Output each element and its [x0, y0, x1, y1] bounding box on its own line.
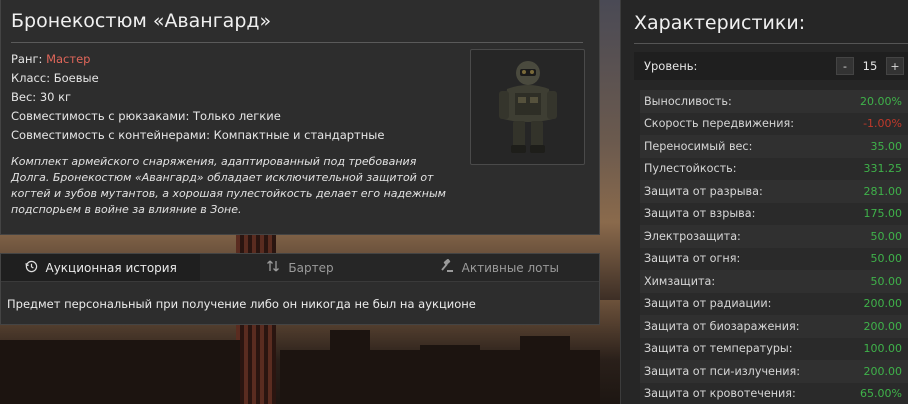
stat-value: 100.00 — [863, 342, 903, 356]
stat-name: Защита от пси-излучения: — [644, 364, 801, 378]
stat-value: 331.25 — [863, 162, 903, 176]
level-label: Уровень: — [644, 59, 698, 73]
stat-value: 200.00 — [863, 364, 903, 378]
stat-value: 35.00 — [870, 139, 903, 153]
gavel-icon — [440, 258, 454, 276]
rank-label: Ранг: — [11, 52, 43, 66]
stat-row: Скорость передвижения: -1.00% — [640, 112, 908, 135]
stat-name: Электрозащита: — [644, 229, 741, 243]
stat-name: Защита от кровотечения: — [644, 387, 796, 401]
stat-value: 200.00 — [863, 297, 903, 311]
tab-active-lots[interactable]: Активные лоты — [400, 254, 599, 281]
stat-value: 65.00% — [860, 387, 902, 401]
class-line: Класс: Боевые — [11, 71, 99, 85]
tab-auction-history[interactable]: Аукционная история — [1, 254, 201, 281]
stat-row: Защита от радиации: 200.00 — [640, 292, 908, 315]
stat-value: 50.00 — [870, 252, 903, 266]
tab-barter[interactable]: Бартер — [200, 254, 399, 281]
stat-row: Защита от пси-излучения: 200.00 — [640, 360, 908, 383]
level-increment-button[interactable]: + — [886, 57, 904, 75]
level-decrement-button[interactable]: - — [836, 57, 854, 75]
stat-name: Защита от радиации: — [644, 297, 772, 311]
item-properties: Ранг: Мастер Класс: Боевые Вес: 30 кг Со… — [11, 50, 384, 145]
tab-label: Активные лоты — [461, 260, 559, 275]
stat-value: 175.00 — [863, 207, 903, 221]
stat-list: Выносливость: 20.00% Скорость передвижения… — [640, 90, 908, 404]
item-image — [470, 49, 585, 165]
stat-name: Переносимый вес: — [644, 139, 753, 153]
weight-line: Вес: 30 кг — [11, 90, 72, 104]
container-compat-line: Совместимость с контейнерами: Компактные… — [11, 128, 385, 142]
stat-row: Химзащита: 50.00 — [640, 270, 908, 293]
stats-panel: Характеристики: Уровень: - 15 + Вынослив… — [620, 0, 908, 404]
stat-value: 20.00% — [860, 94, 902, 108]
stat-row: Выносливость: 20.00% — [640, 90, 908, 113]
swap-icon — [266, 259, 280, 276]
stat-row: Защита от кровотечения: 65.00% — [640, 382, 908, 404]
stat-row: Пулестойкость: 331.25 — [640, 157, 908, 180]
stat-row: Защита от биозаражения: 200.00 — [640, 315, 908, 338]
stat-row: Защита от взрыва: 175.00 — [640, 202, 908, 225]
armor-suit-icon — [498, 61, 557, 153]
stat-name: Защита от биозаражения: — [644, 319, 800, 333]
stat-value: 50.00 — [870, 274, 903, 288]
tab-label: Аукционная история — [45, 260, 177, 275]
stat-name: Защита от огня: — [644, 252, 741, 266]
backpack-compat-line: Совместимость с рюкзаками: Только легкие — [11, 109, 281, 123]
level-row: Уровень: - 15 + — [634, 52, 908, 80]
item-panel: Бронекостюм «Авангард» Ранг: Мастер Клас… — [0, 0, 600, 235]
stat-value: 50.00 — [870, 229, 903, 243]
level-stepper: - 15 + — [836, 57, 904, 75]
history-icon — [24, 260, 38, 276]
stat-name: Скорость передвижения: — [644, 117, 795, 131]
item-title: Бронекостюм «Авангард» — [11, 10, 272, 32]
stat-value: 281.00 — [863, 184, 903, 198]
stat-name: Защита от взрыва: — [644, 207, 756, 221]
level-value: 15 — [862, 59, 878, 73]
history-tabs-panel: Аукционная история Бартер Активные лоты … — [0, 253, 600, 325]
stat-row: Переносимый вес: 35.00 — [640, 135, 908, 158]
rank-line: Ранг: Мастер — [11, 50, 384, 69]
tab-message: Предмет персональный при получение либо … — [7, 297, 476, 311]
stat-value: -1.00% — [863, 117, 902, 131]
tab-label: Бартер — [288, 260, 334, 275]
stat-name: Защита от разрыва: — [644, 184, 763, 198]
stat-row: Электрозащита: 50.00 — [640, 225, 908, 248]
tab-bar: Аукционная история Бартер Активные лоты — [1, 254, 599, 282]
stat-row: Защита от температуры: 100.00 — [640, 337, 908, 360]
divider — [634, 43, 908, 44]
stat-value: 200.00 — [863, 319, 903, 333]
item-description: Комплект армейского снаряжения, адаптиро… — [11, 155, 446, 216]
divider — [11, 42, 583, 43]
stat-name: Выносливость: — [644, 94, 732, 108]
rank-value: Мастер — [46, 52, 91, 66]
stat-row: Защита от огня: 50.00 — [640, 247, 908, 270]
stat-row: Защита от разрыва: 281.00 — [640, 180, 908, 203]
stat-name: Химзащита: — [644, 274, 716, 288]
stats-title: Характеристики: — [634, 12, 806, 34]
stat-name: Пулестойкость: — [644, 162, 737, 176]
stat-name: Защита от температуры: — [644, 342, 793, 356]
